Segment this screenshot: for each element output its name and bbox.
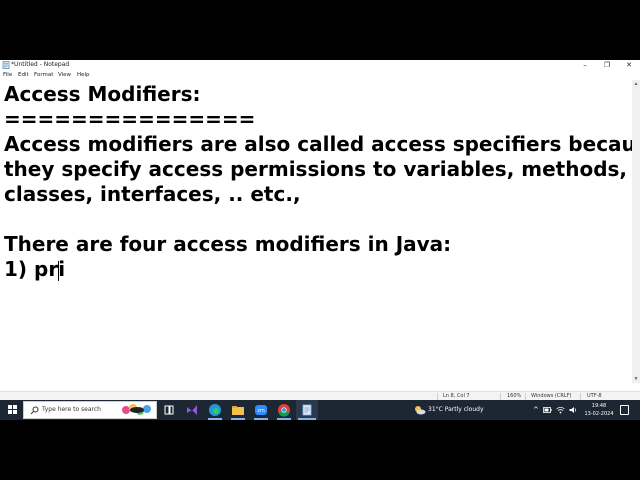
minimize-button[interactable]: – [574,60,596,70]
battery-icon[interactable] [543,406,552,414]
edge-browser-icon[interactable] [208,403,222,417]
chevron-up-icon[interactable]: ^ [533,400,539,420]
menu-file[interactable]: File [3,70,12,80]
clock-time: 19:48 [591,403,607,409]
letterbox-top [0,0,640,60]
zoom-app-icon[interactable]: zm [254,403,268,417]
menu-help[interactable]: Help [77,70,90,80]
text-caret [58,261,59,281]
scroll-up-icon[interactable]: ▲ [632,80,640,88]
status-separator [580,393,581,400]
weather-text[interactable]: 31°C Partly cloudy [428,400,484,420]
editor-line-2: =============== [4,107,256,131]
status-separator [525,393,526,400]
letterbox-bottom [0,420,640,480]
status-bar: Ln 8, Col 7 160% Windows (CRLF) UTF-8 [0,391,640,400]
search-icon [30,406,39,415]
wifi-icon[interactable] [556,406,565,414]
taskbar: Type here to search zm 31°C Partly cloud… [0,400,640,420]
editor-line-1: Access Modifiers: [4,82,201,106]
clock-date: 13-02-2024 [584,411,614,417]
maximize-button[interactable]: ❐ [596,60,618,70]
menu-view[interactable]: View [58,70,71,80]
task-view-icon[interactable] [162,403,176,417]
window-title: *Untitled - Notepad [11,61,70,68]
menu-bar: File Edit Format View Help [0,70,640,80]
taskbar-search-box[interactable]: Type here to search [23,401,157,419]
editor-line-3: Access modifiers are also called access … [4,132,640,156]
status-separator [500,393,501,400]
speaker-icon[interactable] [569,406,578,414]
editor-line-8: 1) pri [4,257,66,281]
notepad-taskbar-button[interactable] [296,400,318,420]
vertical-scrollbar[interactable]: ▲ ▼ [632,80,640,383]
notepad-window: *Untitled - Notepad – ❐ ✕ File Edit Form… [0,60,640,400]
status-separator [437,393,438,400]
weather-icon[interactable] [414,404,426,416]
notification-icon[interactable] [620,405,629,415]
chrome-browser-icon[interactable] [277,403,291,417]
title-bar[interactable]: *Untitled - Notepad – ❐ ✕ [0,60,640,70]
text-editor[interactable]: Access Modifiers: =============== Access… [0,80,640,383]
search-highlight-icon [122,404,151,415]
editor-line-7: There are four access modifiers in Java: [4,232,452,256]
menu-format[interactable]: Format [34,70,53,80]
editor-line-5: classes, interfaces, .. etc., [4,182,301,206]
windows-start-icon[interactable] [8,405,18,415]
search-placeholder: Type here to search [42,406,101,413]
scroll-down-icon[interactable]: ▼ [632,375,640,383]
visual-studio-icon[interactable] [185,403,199,417]
file-explorer-icon[interactable] [231,403,245,417]
editor-line-4: they specify access permissions to varia… [4,157,628,181]
notepad-icon [302,404,312,416]
menu-edit[interactable]: Edit [18,70,29,80]
notepad-icon [2,61,10,69]
system-clock[interactable]: 19:48 13-02-2024 [584,402,614,418]
svg-text:zm: zm [257,408,265,414]
close-button[interactable]: ✕ [618,60,640,70]
